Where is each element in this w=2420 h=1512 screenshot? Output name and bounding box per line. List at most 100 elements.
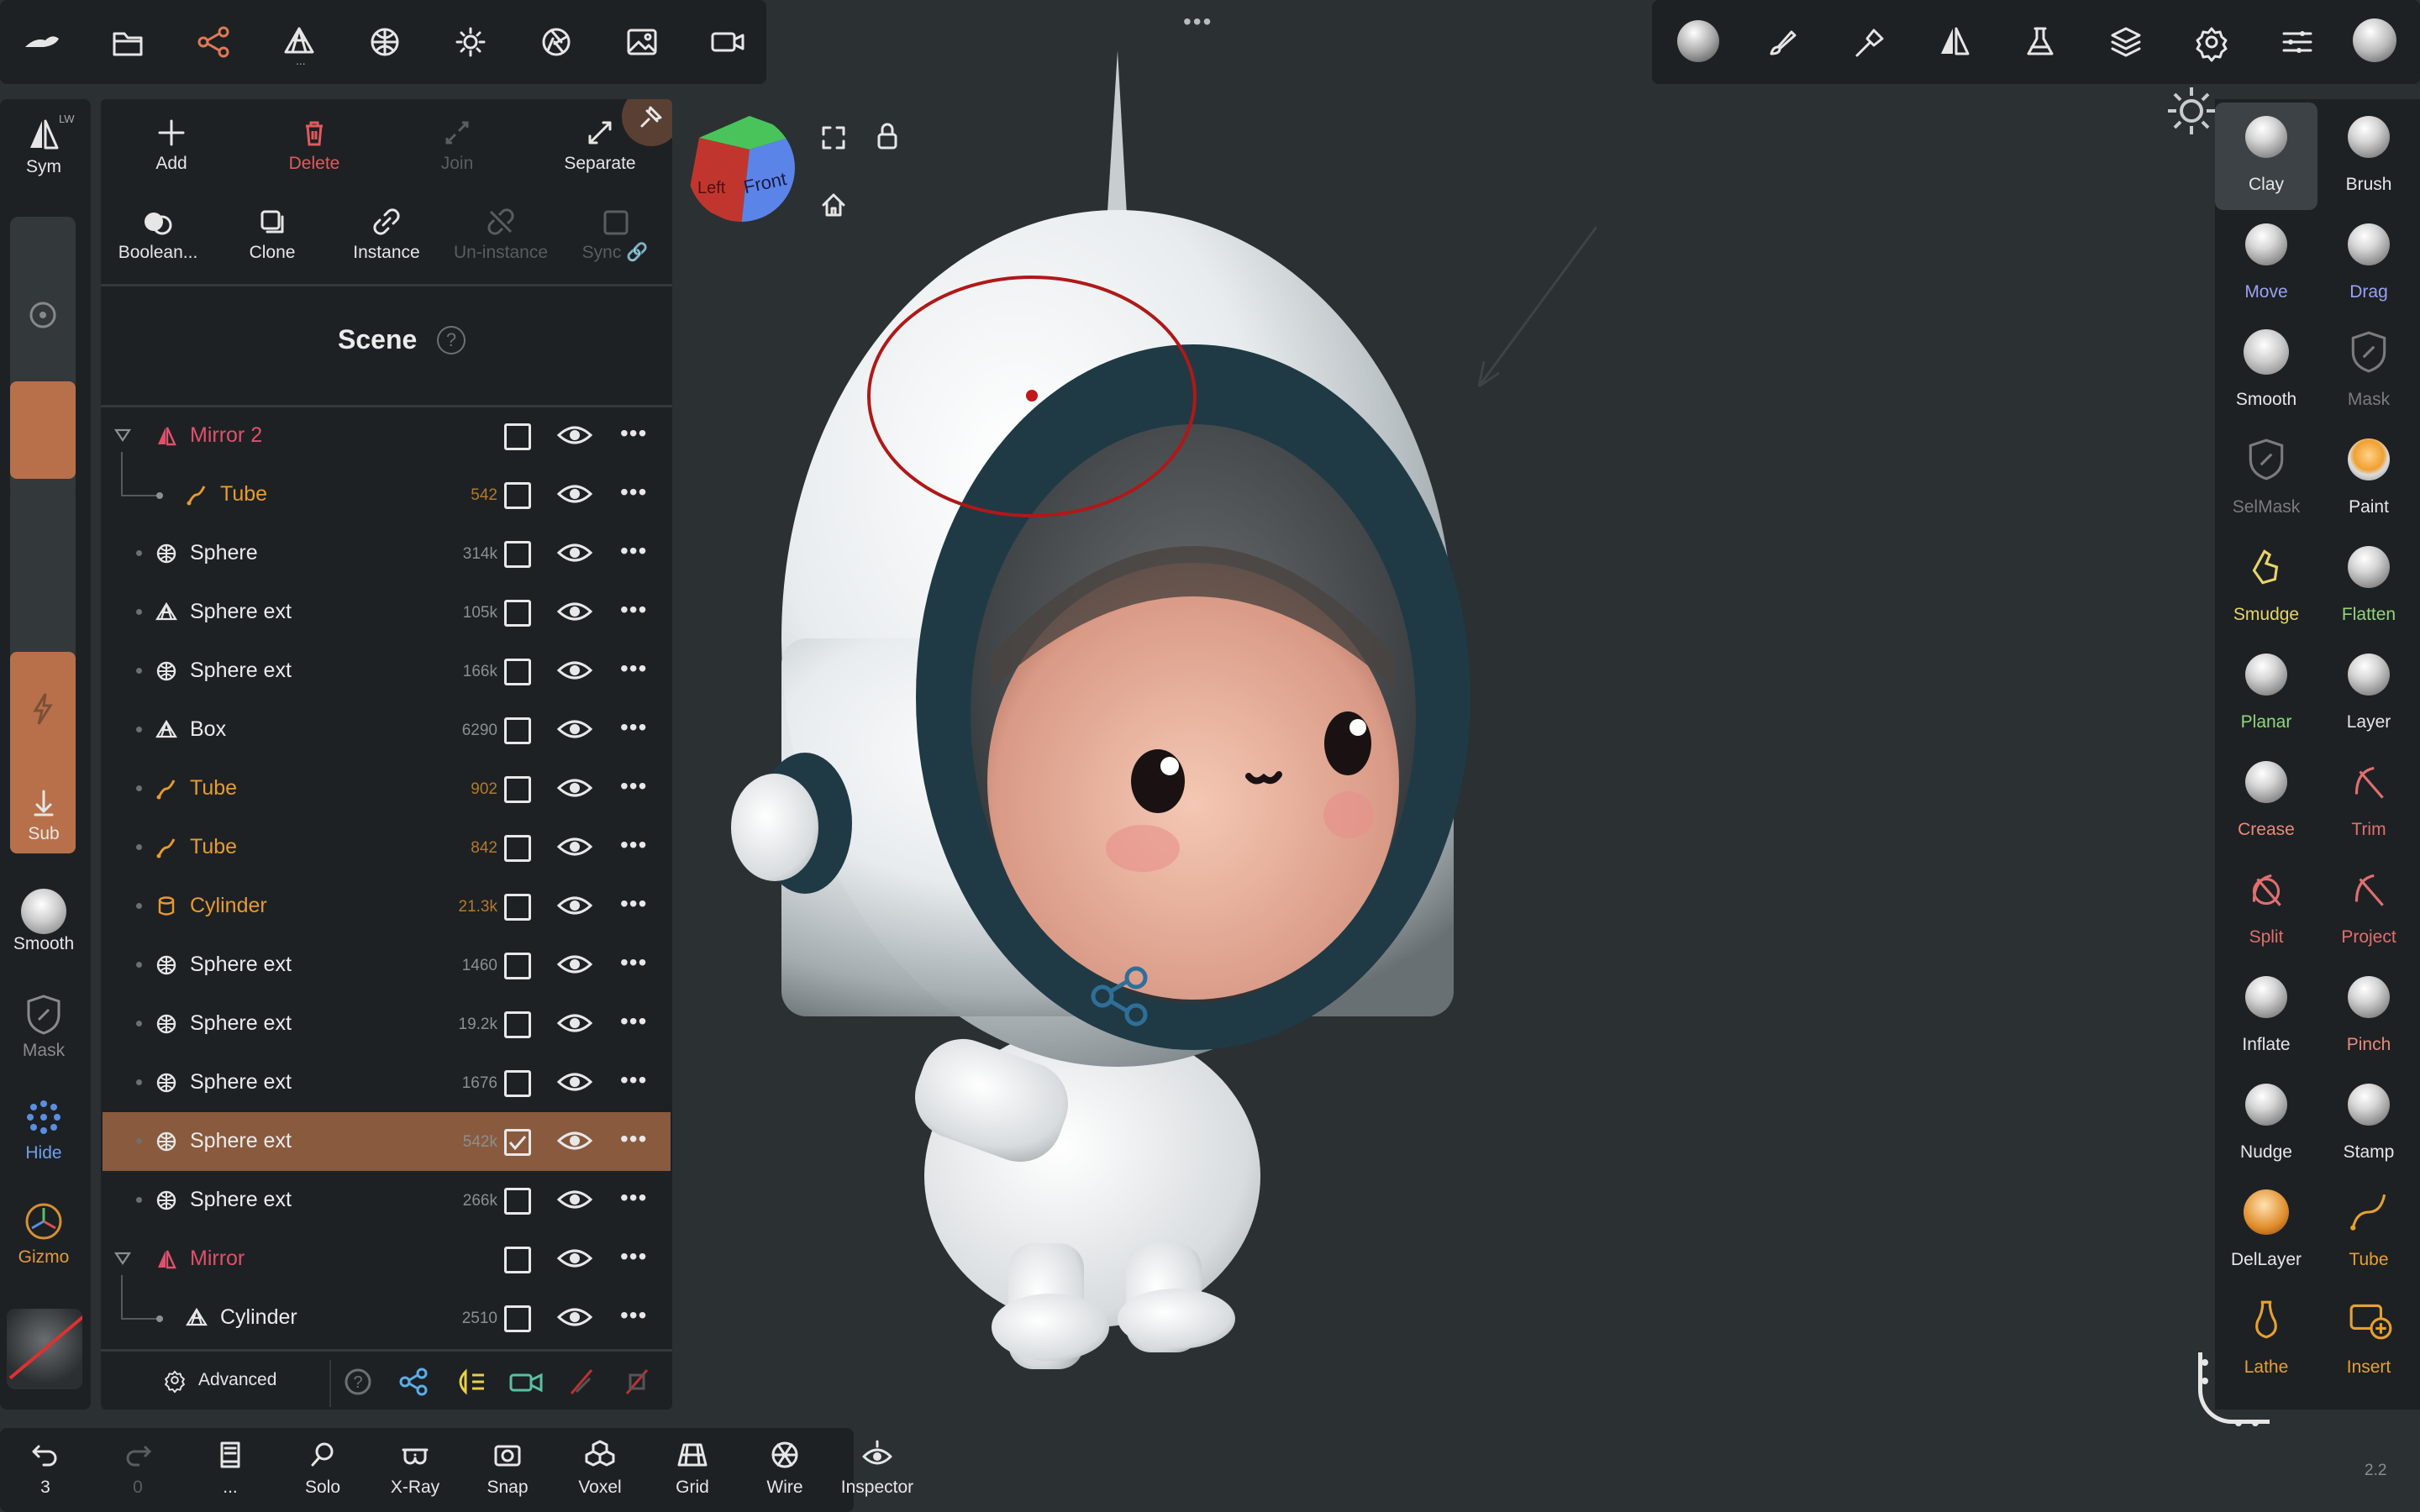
bottom-voxel-button[interactable]: Voxel [558, 1436, 642, 1498]
sculpt-brush-icon[interactable] [1845, 18, 1892, 66]
visibility-eye-icon[interactable] [556, 1245, 593, 1272]
row-more-button[interactable]: ••• [620, 716, 647, 739]
bottom-xray-glasses-button[interactable]: X-Ray [373, 1436, 457, 1498]
scene-row[interactable]: Sphere ext 266k ••• [103, 1171, 671, 1230]
tool-layer[interactable]: Layer [2317, 640, 2420, 748]
help-circle-icon[interactable]: ? [341, 1365, 375, 1399]
visibility-eye-icon[interactable] [556, 833, 593, 860]
scene-row[interactable]: Sphere ext 166k ••• [103, 642, 671, 701]
visibility-eye-icon[interactable] [556, 951, 593, 978]
more-options-dots[interactable]: ••• [1183, 8, 1213, 35]
row-more-button[interactable]: ••• [620, 1245, 647, 1268]
tool-drag[interactable]: Drag [2317, 210, 2420, 318]
folder-icon[interactable] [104, 18, 151, 66]
row-select-checkbox[interactable] [504, 423, 531, 450]
scene-help-button[interactable]: ? [437, 326, 466, 354]
row-more-button[interactable]: ••• [620, 1127, 647, 1151]
tool-trim[interactable]: Trim [2317, 748, 2420, 855]
tool-smooth[interactable]: Smooth [2215, 318, 2317, 425]
tool-dellayer[interactable]: DelLayer [2215, 1178, 2317, 1285]
aperture-icon[interactable] [533, 18, 580, 66]
row-select-checkbox[interactable] [504, 1070, 531, 1097]
viewport-canvas[interactable] [672, 34, 1597, 1394]
row-more-button[interactable]: ••• [620, 833, 647, 857]
add-button[interactable]: Add [121, 116, 222, 174]
gizmo-shortcut-button[interactable]: Gizmo [0, 1200, 87, 1268]
row-more-button[interactable]: ••• [620, 951, 647, 974]
scene-row[interactable]: Sphere ext 19.2k ••• [103, 995, 671, 1053]
bottom-inspector-eye-button[interactable]: Inspector [835, 1436, 919, 1498]
tool-brush[interactable]: Brush [2317, 102, 2420, 210]
row-more-button[interactable]: ••• [620, 892, 647, 916]
scene-row[interactable]: Mirror ••• [103, 1230, 671, 1289]
no-brush-icon[interactable] [620, 1365, 654, 1399]
symmetry-toggle[interactable]: Sym LW [0, 113, 87, 177]
row-select-checkbox[interactable] [504, 600, 531, 627]
row-more-button[interactable]: ••• [620, 539, 647, 563]
smooth-shortcut-button[interactable]: Smooth [0, 889, 87, 954]
row-select-checkbox[interactable] [504, 717, 531, 744]
instance-button[interactable]: Instance [336, 205, 437, 263]
scene-graph-icon[interactable] [190, 18, 237, 66]
tool-tube[interactable]: Tube [2317, 1178, 2420, 1285]
layers-icon[interactable] [2102, 18, 2149, 66]
tool-pinch[interactable]: Pinch [2317, 963, 2420, 1070]
scene-row[interactable]: Tube 902 ••• [103, 759, 671, 818]
bottom-snap-camera-button[interactable]: Snap [466, 1436, 550, 1498]
visibility-eye-icon[interactable] [556, 716, 593, 743]
mask-shortcut-button[interactable]: Mask [0, 993, 87, 1061]
row-more-button[interactable]: ••• [620, 774, 647, 798]
tool-split[interactable]: Split [2215, 855, 2317, 963]
visibility-eye-icon[interactable] [556, 1010, 593, 1037]
astronaut-boot-right[interactable] [1118, 1289, 1235, 1349]
scene-row[interactable]: Tube 542 ••• [103, 452, 671, 524]
hide-shortcut-button[interactable]: Hide [0, 1095, 87, 1163]
row-more-button[interactable]: ••• [620, 598, 647, 622]
material-preview-swatch[interactable] [7, 1309, 82, 1389]
bottom-book-button[interactable]: ... [188, 1436, 272, 1498]
tool-flatten[interactable]: Flatten [2317, 533, 2420, 640]
sphere-preview-icon[interactable] [2353, 18, 2396, 62]
visibility-eye-icon[interactable] [556, 1186, 593, 1213]
tool-stamp[interactable]: Stamp [2317, 1070, 2420, 1178]
row-select-checkbox[interactable] [504, 1129, 531, 1156]
visibility-eye-icon[interactable] [556, 539, 593, 566]
panel-resize-handle[interactable] [2198, 1352, 2270, 1424]
row-select-checkbox[interactable] [504, 776, 531, 803]
scene-row[interactable]: Mirror 2 ••• [103, 407, 671, 465]
visibility-eye-icon[interactable] [556, 657, 593, 684]
material-sphere-icon[interactable] [361, 18, 408, 66]
row-select-checkbox[interactable] [504, 835, 531, 862]
tool-inflate[interactable]: Inflate [2215, 963, 2317, 1070]
scene-row[interactable]: Sphere ext 542k ••• [103, 1112, 671, 1171]
row-select-checkbox[interactable] [504, 1011, 531, 1038]
scene-row[interactable]: Sphere 314k ••• [103, 524, 671, 583]
sub-button[interactable]: Sub [0, 786, 87, 844]
helmet-ear-knob[interactable] [731, 774, 818, 881]
row-select-checkbox[interactable] [504, 1188, 531, 1215]
fullscreen-icon[interactable] [817, 121, 850, 155]
bottom-search-button[interactable]: Solo [281, 1436, 365, 1498]
astronaut-boot-left[interactable] [992, 1294, 1109, 1361]
row-more-button[interactable]: ••• [620, 422, 647, 445]
camera-icon[interactable] [508, 1365, 544, 1399]
boolean-button[interactable]: Boolean... [108, 205, 208, 263]
light-sun-icon[interactable] [447, 18, 494, 66]
symmetry-icon[interactable] [1931, 18, 1978, 66]
scene-row[interactable]: Cylinder 2510 ••• [103, 1275, 671, 1344]
scene-row[interactable]: Sphere ext 1676 ••• [103, 1053, 671, 1112]
sun-light-icon[interactable] [2165, 84, 2218, 138]
tool-planar[interactable]: Planar [2215, 640, 2317, 748]
scene-row[interactable]: Cylinder 21.3k ••• [103, 877, 671, 936]
sync-button[interactable]: Sync 🔗 [565, 205, 666, 263]
tool-nudge[interactable]: Nudge [2215, 1070, 2317, 1178]
tool-project[interactable]: Project [2317, 855, 2420, 963]
paint-brush-icon[interactable] [1760, 18, 1807, 66]
scene-row[interactable]: Sphere ext 1460 ••• [103, 936, 671, 995]
row-more-button[interactable]: ••• [620, 1068, 647, 1092]
tool-mask[interactable]: Mask [2317, 318, 2420, 425]
bottom-redo-button[interactable]: 0 [96, 1436, 180, 1498]
row-more-button[interactable]: ••• [620, 1186, 647, 1210]
expand-triangle-icon[interactable] [114, 1252, 131, 1265]
row-select-checkbox[interactable] [504, 482, 531, 509]
